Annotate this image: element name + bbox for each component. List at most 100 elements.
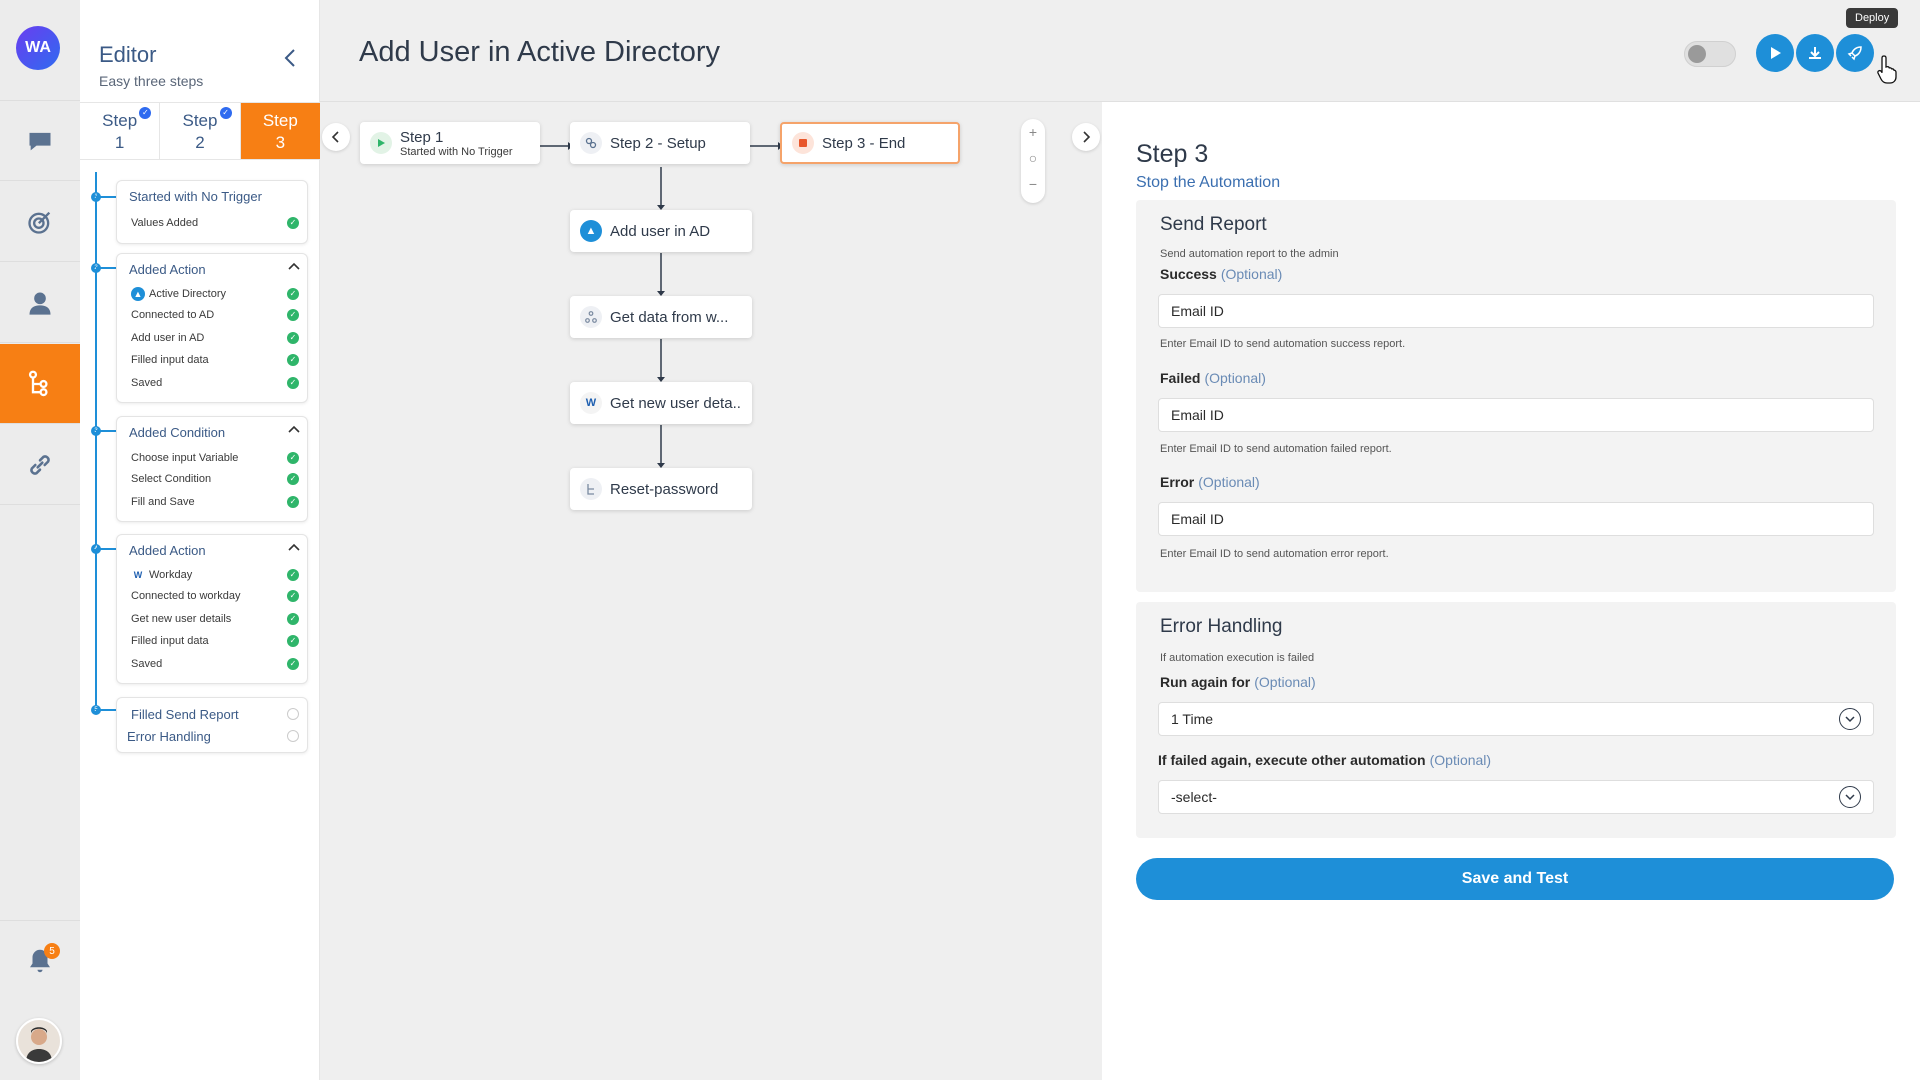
zoom-in-button[interactable]: + [1021,119,1045,145]
list-item: Get new user details ✓ [131,609,299,629]
tab-label: Step [262,111,298,130]
flow-node-step1[interactable]: Step 1 Started with No Trigger [360,122,540,164]
save-and-test-button[interactable]: Save and Test [1136,858,1894,900]
rail-item-link[interactable] [0,425,80,505]
flow-canvas[interactable]: Step 1 Started with No Trigger Step 2 - S… [320,102,1102,1080]
flow-node-get-new-user[interactable]: W Get new user deta.. [570,382,752,424]
active-directory-icon: ▲ [131,287,145,301]
flow-icon [580,478,602,500]
tab-label: Step [102,111,138,130]
notifications-button[interactable]: 5 [0,920,80,1000]
run-again-label: Run again for (Optional) [1160,674,1316,690]
row-label: Connected to workday [131,590,241,602]
row-label: Saved [131,377,163,389]
summary-card-report[interactable]: Filled Send Report Error Handling [116,697,308,753]
check-icon: ✓ [287,377,299,389]
zoom-out-button[interactable]: − [1021,171,1045,197]
app-logo[interactable]: WA [16,26,60,70]
section-title: Error Handling [1160,616,1283,637]
row-label: Add user in AD [131,332,205,344]
rail-item-chat[interactable] [0,101,80,181]
list-item: W Workday ✓ [131,565,299,585]
section-title: Send Report [1160,214,1267,235]
success-email-field[interactable]: Email ID [1158,294,1874,328]
timeline-connector [96,430,116,432]
failed-email-field[interactable]: Email ID [1158,398,1874,432]
step-config-panel: Step 3 Stop the Automation Send Report S… [1102,102,1920,1080]
download-button[interactable] [1796,34,1834,72]
chevron-up-icon[interactable] [287,541,301,555]
run-again-select[interactable]: 1 Time [1158,702,1874,736]
page-header: Add User in Active Directory Deploy [320,0,1920,102]
list-item: Filled Send Report [131,704,299,724]
chevron-up-icon[interactable] [287,260,301,274]
row-label: Saved [131,658,163,670]
node-label: Step 3 - End [822,134,906,152]
rail-item-user[interactable] [0,263,80,343]
summary-card-condition[interactable]: Added Condition Choose input Variable ✓ S… [116,416,308,522]
row-label: Filled input data [131,635,209,647]
rail-item-target[interactable] [0,182,80,262]
other-automation-select[interactable]: -select- [1158,780,1874,814]
enable-toggle[interactable] [1684,41,1736,67]
tab-number: 3 [275,133,286,152]
summary-card-action-workday[interactable]: Added Action W Workday ✓ Connected to work… [116,534,308,684]
rail-item-flow[interactable] [0,344,80,424]
other-automation-label: If failed again, execute other automatio… [1158,752,1492,768]
error-email-field[interactable]: Email ID [1158,502,1874,536]
user-icon [29,292,51,315]
error-hint: Enter Email ID to send automation error … [1160,548,1389,560]
deploy-button[interactable] [1836,34,1874,72]
zoom-reset-button[interactable]: ○ [1021,145,1045,171]
summary-card-trigger[interactable]: Started with No Trigger Values Added ✓ [116,180,308,244]
pending-icon [287,730,299,742]
check-icon: ✓ [287,496,299,508]
flow-node-add-user[interactable]: ▲ Add user in AD [570,210,752,252]
timeline-connector [96,196,116,198]
select-value: -select- [1171,789,1217,805]
failed-label: Failed (Optional) [1160,370,1266,386]
toggle-knob [1688,45,1706,63]
check-icon: ✓ [287,288,299,300]
flow-node-get-data[interactable]: Get data from w... [570,296,752,338]
check-icon: ✓ [287,569,299,581]
send-report-section: Send Report Send automation report to th… [1136,200,1896,592]
tab-number: 2 [195,133,205,152]
node-label: Add user in AD [610,222,711,240]
summary-card-action-ad[interactable]: Added Action ▲ Active Directory ✓ Connecte… [116,253,308,403]
check-icon: ✓ [287,613,299,625]
timeline-connector [96,548,116,550]
check-icon: ✓ [287,332,299,344]
run-button[interactable] [1756,34,1794,72]
list-item: Add user in AD ✓ [131,328,299,348]
list-item: Error Handling [127,726,299,746]
row-label: Fill and Save [131,496,195,508]
tab-step-3[interactable]: Step 3 [240,103,320,159]
page-title: Add User in Active Directory [359,36,721,68]
row-label: Active Directory [149,288,227,300]
tab-step-1[interactable]: Step 1 ✓ [80,103,161,159]
tab-step-2[interactable]: Step 2 ✓ [160,103,241,159]
config-subtitle: Stop the Automation [1136,174,1281,191]
config-title: Step 3 [1136,140,1209,168]
field-placeholder: Email ID [1171,407,1224,423]
tab-number: 1 [114,133,125,152]
list-item: Filled input data ✓ [131,350,299,370]
field-placeholder: Email ID [1171,303,1224,319]
collapse-panel-icon[interactable] [283,48,297,68]
flow-node-step2[interactable]: Step 2 - Setup [570,122,750,164]
tab-label: Step [182,111,218,130]
error-label: Error (Optional) [1160,474,1260,490]
stop-icon [792,132,814,154]
chevron-up-icon[interactable] [287,423,301,437]
list-item: Fill and Save ✓ [131,492,299,512]
card-title: Started with No Trigger [129,189,262,204]
download-icon [1809,47,1821,59]
check-icon: ✓ [139,107,152,119]
flow-node-step3[interactable]: Step 3 - End [780,122,960,164]
pending-icon [287,708,299,720]
flow-node-reset-password[interactable]: Reset-password [570,468,752,510]
avatar[interactable] [16,1018,62,1064]
card-title: Added Action [129,543,206,558]
play-icon [370,132,392,154]
